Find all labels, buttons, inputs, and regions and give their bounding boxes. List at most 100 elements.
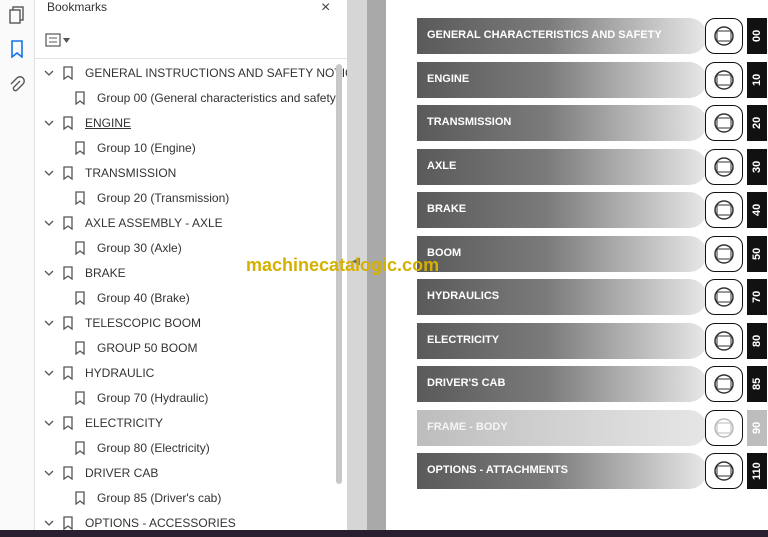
section-bar[interactable]: TRANSMISSION 20 [417,105,767,141]
bookmark-ribbon-icon [63,216,73,231]
pages-icon[interactable] [6,4,28,26]
bookmark-subitem[interactable]: Group 10 (Engine) [75,136,196,160]
section-illustration-icon [705,453,743,489]
bookmark-label: HYDRAULIC [85,366,155,380]
bookmark-subitem[interactable]: Group 20 (Transmission) [75,186,229,210]
section-bar[interactable]: DRIVER'S CAB 85 [417,366,767,402]
bookmark-item[interactable]: HYDRAULIC [43,361,154,385]
section-illustration-icon [705,61,743,98]
section-number: 70 [747,279,767,315]
section-illustration-icon [705,366,743,402]
section-illustration-icon [705,105,743,141]
bookmark-ribbon-icon [75,491,85,506]
taskbar [0,530,768,537]
chevron-down-icon[interactable] [43,117,55,129]
bookmark-ribbon-icon [75,91,85,106]
section-label: GENERAL CHARACTERISTICS AND SAFETY [427,29,662,41]
section-bar[interactable]: FRAME - BODY 90 [417,409,767,446]
chevron-down-icon[interactable] [43,517,55,529]
bookmark-item[interactable]: ELECTRICITY [43,411,163,435]
section-bar[interactable]: HYDRAULICS 70 [417,279,767,315]
chevron-down-icon[interactable] [43,417,55,429]
section-number: 40 [747,192,767,228]
chevron-down-icon[interactable] [43,467,55,479]
bookmark-subitem[interactable]: Group 30 (Axle) [75,236,182,260]
section-bar-shape [417,148,707,185]
bookmark-ribbon-icon [63,66,73,81]
bookmark-ribbon-icon [75,191,85,206]
section-bar[interactable]: ELECTRICITY 80 [417,322,767,359]
chevron-down-icon[interactable] [43,267,55,279]
bookmark-label: ENGINE [85,116,132,130]
section-label: ELECTRICITY [427,333,500,346]
bookmark-item[interactable]: GENERAL INSTRUCTIONS AND SAFETY NOTICE [43,61,362,85]
panel-title: Bookmarks [47,0,108,14]
section-label: ENGINE [427,72,470,85]
bookmark-ribbon-icon [63,516,73,531]
options-icon[interactable] [45,30,75,50]
bookmark-label: Group 80 (Electricity) [97,441,210,455]
bookmark-subitem[interactable]: Group 70 (Hydraulic) [75,386,208,410]
bookmark-ribbon-icon [63,416,73,431]
section-illustration-icon [705,18,743,54]
section-number: 85 [747,366,767,402]
bookmark-ribbon-icon [63,116,73,131]
bookmark-subitem[interactable]: Group 85 (Driver's cab) [75,486,221,510]
section-number: 110 [747,453,767,489]
bookmark-label: GENERAL INSTRUCTIONS AND SAFETY NOTICE [85,66,362,80]
panel-divider [35,58,347,59]
section-illustration-icon [705,192,743,228]
bookmark-label: Group 40 (Brake) [97,291,190,305]
chevron-down-icon[interactable] [43,167,55,179]
section-bar[interactable]: AXLE 30 [417,148,767,185]
bookmark-label: Group 00 (General characteristics and sa… [97,91,340,105]
section-bar[interactable]: BRAKE 40 [417,192,767,228]
section-number: 30 [747,148,767,185]
section-label: FRAME - BODY [427,420,508,433]
section-label: BRAKE [427,203,467,215]
paperclip-icon[interactable] [6,74,28,96]
bookmark-label: OPTIONS - ACCESSORIES [85,516,236,530]
section-illustration-icon [705,235,743,272]
bookmark-label: ELECTRICITY [85,416,164,430]
bookmark-item[interactable]: AXLE ASSEMBLY - AXLE [43,211,223,235]
bookmark-label: Group 20 (Transmission) [97,191,230,205]
bookmark-subitem[interactable]: Group 00 (General characteristics and sa… [75,86,340,110]
bookmark-label: Group 30 (Axle) [97,241,182,255]
bookmark-item[interactable]: TRANSMISSION [43,161,176,185]
bookmark-label: BRAKE [85,266,126,280]
section-bar[interactable]: GENERAL CHARACTERISTICS AND SAFETY 00 [417,18,767,54]
bookmark-ribbon-icon [63,466,73,481]
bookmark-ribbon-icon [63,266,73,281]
bookmark-ribbon-icon [75,441,85,456]
bookmark-subitem[interactable]: GROUP 50 BOOM [75,336,197,360]
section-label: HYDRAULICS [427,290,500,302]
close-icon[interactable]: × [321,0,330,17]
section-illustration-icon [705,409,743,446]
section-bar[interactable]: BOOM 50 [417,235,767,272]
bookmark-item[interactable]: ENGINE [43,111,131,135]
bookmark-item[interactable]: TELESCOPIC BOOM [43,311,201,335]
bookmark-item[interactable]: DRIVER CAB [43,461,158,485]
bookmark-ribbon-icon [63,166,73,181]
section-bar[interactable]: ENGINE 10 [417,61,767,98]
bookmark-label: DRIVER CAB [85,466,159,480]
bookmark-subitem[interactable]: Group 80 (Electricity) [75,436,210,460]
bookmark-subitem[interactable]: Group 40 (Brake) [75,286,190,310]
bookmark-ribbon-icon [75,141,85,156]
bookmark-label: Group 85 (Driver's cab) [97,491,222,505]
chevron-down-icon[interactable] [43,367,55,379]
chevron-down-icon[interactable] [43,67,55,79]
section-label: OPTIONS - ATTACHMENTS [427,464,568,476]
bookmark-item[interactable]: BRAKE [43,261,126,285]
bookmark-ribbon-icon [75,291,85,306]
section-label: DRIVER'S CAB [427,377,506,389]
bookmark-label: GROUP 50 BOOM [97,341,198,355]
chevron-down-icon[interactable] [43,317,55,329]
bookmark-label: AXLE ASSEMBLY - AXLE [85,216,223,230]
section-bar[interactable]: OPTIONS - ATTACHMENTS 110 [417,453,767,489]
chevron-down-icon[interactable] [43,217,55,229]
bookmark-icon[interactable] [6,38,28,60]
bookmark-label: Group 70 (Hydraulic) [97,391,209,405]
section-number: 90 [747,409,767,446]
